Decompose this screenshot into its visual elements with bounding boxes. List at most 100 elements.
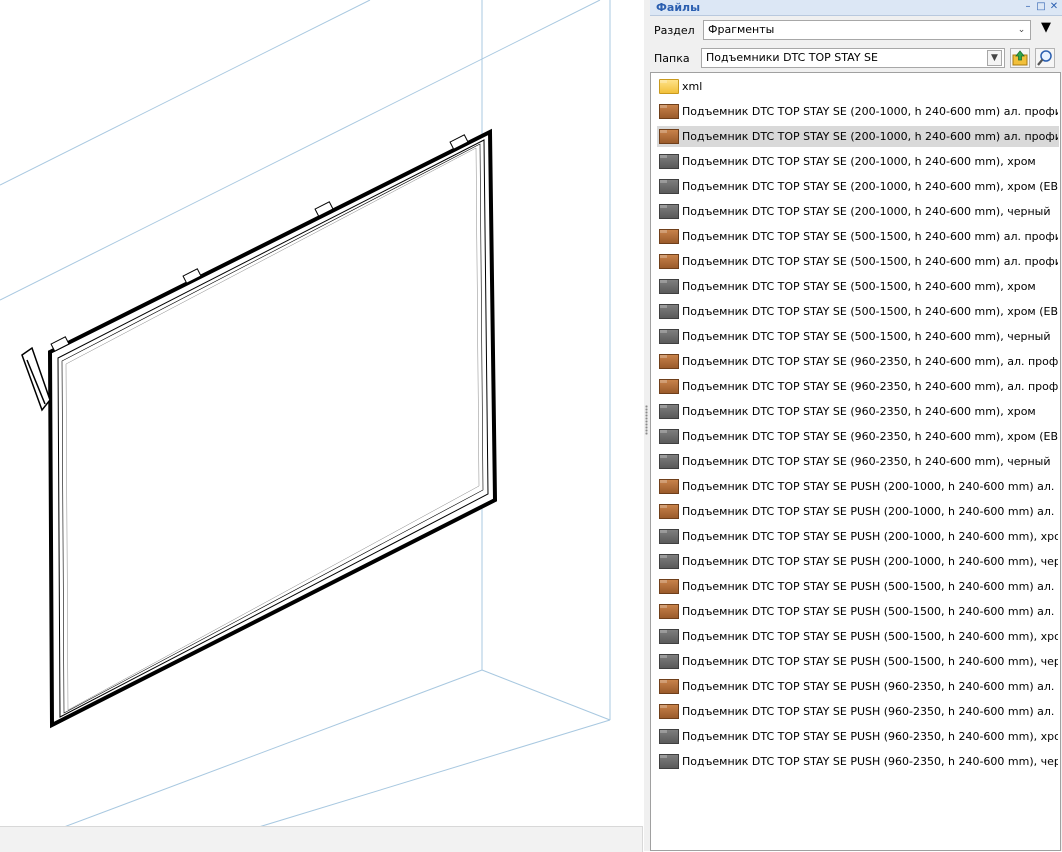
file-list-item-label: Подъемник DTC TOP STAY SE PUSH (200-1000…: [682, 480, 1058, 493]
file-list-item[interactable]: Подъемник DTC TOP STAY SE PUSH (500-1500…: [657, 651, 1059, 672]
chevron-down-icon[interactable]: ⌄: [1014, 22, 1029, 38]
file-list-item-label: Подъемник DTC TOP STAY SE (960-2350, h 2…: [682, 355, 1058, 368]
file-list-item-label: Подъемник DTC TOP STAY SE (200-1000, h 2…: [682, 205, 1051, 218]
file-list-item-label: Подъемник DTC TOP STAY SE (960-2350, h 2…: [682, 380, 1058, 393]
file-list-item-label: Подъемник DTC TOP STAY SE PUSH (960-2350…: [682, 680, 1058, 693]
file-list-item[interactable]: Подъемник DTC TOP STAY SE (500-1500, h 2…: [657, 226, 1059, 247]
model-drawing: [0, 0, 611, 851]
file-list-item[interactable]: Подъемник DTC TOP STAY SE (960-2350, h 2…: [657, 451, 1059, 472]
file-list-item[interactable]: Подъемник DTC TOP STAY SE PUSH (200-1000…: [657, 526, 1059, 547]
dropdown-arrow-icon[interactable]: ▼: [987, 50, 1002, 66]
file-list-item-label: xml: [682, 80, 703, 93]
fragment-gray-icon: [659, 629, 679, 644]
file-list-item[interactable]: Подъемник DTC TOP STAY SE PUSH (960-2350…: [657, 751, 1059, 772]
close-icon[interactable]: ✕: [1048, 1, 1060, 13]
fragment-gray-icon: [659, 454, 679, 469]
file-list-item[interactable]: Подъемник DTC TOP STAY SE PUSH (200-1000…: [657, 501, 1059, 522]
folder-select[interactable]: Подъемники DTC TOP STAY SE ▼: [701, 48, 1005, 68]
file-list-item[interactable]: Подъемник DTC TOP STAY SE (200-1000, h 2…: [657, 201, 1059, 222]
file-list-item[interactable]: Подъемник DTC TOP STAY SE PUSH (500-1500…: [657, 626, 1059, 647]
file-list-item-label: Подъемник DTC TOP STAY SE PUSH (500-1500…: [682, 580, 1058, 593]
file-list-item[interactable]: Подъемник DTC TOP STAY SE PUSH (960-2350…: [657, 726, 1059, 747]
file-list-item-label: Подъемник DTC TOP STAY SE (960-2350, h 2…: [682, 430, 1058, 443]
fragment-gray-icon: [659, 404, 679, 419]
file-list-item[interactable]: Подъемник DTC TOP STAY SE PUSH (200-1000…: [657, 476, 1059, 497]
fragment-gray-icon: [659, 179, 679, 194]
fragment-gray-icon: [659, 154, 679, 169]
search-button[interactable]: [1035, 48, 1055, 68]
fragment-brown-icon: [659, 479, 679, 494]
folder-up-icon: [1012, 50, 1028, 66]
file-list-item-label: Подъемник DTC TOP STAY SE PUSH (500-1500…: [682, 655, 1058, 668]
fragment-gray-icon: [659, 304, 679, 319]
folder-value: Подъемники DTC TOP STAY SE: [706, 51, 878, 64]
file-list-item[interactable]: Подъемник DTC TOP STAY SE (500-1500, h 2…: [657, 251, 1059, 272]
file-list-item-label: Подъемник DTC TOP STAY SE (500-1500, h 2…: [682, 280, 1036, 293]
file-list-item-label: Подъемник DTC TOP STAY SE PUSH (500-1500…: [682, 605, 1058, 618]
splitter-grip-icon: [645, 405, 648, 435]
file-list-item[interactable]: xml: [657, 76, 1059, 97]
maximize-icon[interactable]: □: [1035, 1, 1047, 13]
file-list-item-label: Подъемник DTC TOP STAY SE (200-1000, h 2…: [682, 180, 1058, 193]
file-list-item[interactable]: Подъемник DTC TOP STAY SE (200-1000, h 2…: [657, 126, 1059, 147]
file-list-item[interactable]: Подъемник DTC TOP STAY SE PUSH (200-1000…: [657, 551, 1059, 572]
panel-header: Файлы – □ ✕: [650, 0, 1062, 16]
status-bar: [0, 826, 643, 852]
file-list-item-label: Подъемник DTC TOP STAY SE PUSH (500-1500…: [682, 630, 1058, 643]
file-list-item[interactable]: Подъемник DTC TOP STAY SE (960-2350, h 2…: [657, 426, 1059, 447]
cabinet-door-panel: [47, 128, 498, 729]
fragment-gray-icon: [659, 554, 679, 569]
fragment-brown-icon: [659, 379, 679, 394]
fragment-gray-icon: [659, 754, 679, 769]
fragment-gray-icon: [659, 729, 679, 744]
folder-label: Папка: [654, 52, 690, 65]
pin-icon[interactable]: –: [1022, 1, 1034, 13]
file-list-item-label: Подъемник DTC TOP STAY SE (200-1000, h 2…: [682, 130, 1058, 143]
fragment-gray-icon: [659, 529, 679, 544]
fragment-gray-icon: [659, 279, 679, 294]
fragment-brown-icon: [659, 129, 679, 144]
file-list-item-label: Подъемник DTC TOP STAY SE (960-2350, h 2…: [682, 455, 1051, 468]
file-list-item[interactable]: Подъемник DTC TOP STAY SE PUSH (960-2350…: [657, 701, 1059, 722]
3d-viewport[interactable]: [0, 0, 644, 851]
section-select[interactable]: Фрагменты ⌄: [703, 20, 1031, 40]
file-list-item-label: Подъемник DTC TOP STAY SE PUSH (200-1000…: [682, 555, 1058, 568]
folder-icon: [659, 79, 679, 94]
panel-title: Файлы: [656, 1, 701, 14]
file-list-item-label: Подъемник DTC TOP STAY SE (500-1500, h 2…: [682, 230, 1058, 243]
file-list-item[interactable]: Подъемник DTC TOP STAY SE (960-2350, h 2…: [657, 401, 1059, 422]
file-list-item-label: Подъемник DTC TOP STAY SE PUSH (960-2350…: [682, 730, 1058, 743]
fragment-brown-icon: [659, 104, 679, 119]
file-list-item[interactable]: Подъемник DTC TOP STAY SE (500-1500, h 2…: [657, 276, 1059, 297]
file-list-item-label: Подъемник DTC TOP STAY SE (200-1000, h 2…: [682, 105, 1058, 118]
folder-up-button[interactable]: [1010, 48, 1030, 68]
fragment-brown-icon: [659, 504, 679, 519]
file-list-item-label: Подъемник DTC TOP STAY SE PUSH (200-1000…: [682, 530, 1058, 543]
lift-mechanism-icon: [21, 346, 51, 412]
file-list-item[interactable]: Подъемник DTC TOP STAY SE (500-1500, h 2…: [657, 326, 1059, 347]
fragment-brown-icon: [659, 704, 679, 719]
fragment-gray-icon: [659, 204, 679, 219]
file-list-item-label: Подъемник DTC TOP STAY SE (500-1500, h 2…: [682, 255, 1058, 268]
fragment-brown-icon: [659, 579, 679, 594]
file-list-item-label: Подъемник DTC TOP STAY SE PUSH (960-2350…: [682, 705, 1058, 718]
file-list-item[interactable]: Подъемник DTC TOP STAY SE (200-1000, h 2…: [657, 176, 1059, 197]
file-list-item[interactable]: Подъемник DTC TOP STAY SE PUSH (500-1500…: [657, 576, 1059, 597]
file-list-item[interactable]: Подъемник DTC TOP STAY SE PUSH (500-1500…: [657, 601, 1059, 622]
dropdown-triangle-icon[interactable]: ▼: [1040, 21, 1052, 34]
files-panel: Файлы – □ ✕ Раздел Фрагменты ⌄ ▼ Папка П…: [650, 0, 1062, 851]
file-list[interactable]: xml Подъемник DTC TOP STAY SE (200-1000, …: [650, 72, 1061, 851]
file-list-item-label: Подъемник DTC TOP STAY SE PUSH (960-2350…: [682, 755, 1058, 768]
file-list-item-label: Подъемник DTC TOP STAY SE (960-2350, h 2…: [682, 405, 1036, 418]
fragment-brown-icon: [659, 254, 679, 269]
file-list-item[interactable]: Подъемник DTC TOP STAY SE (500-1500, h 2…: [657, 301, 1059, 322]
section-value: Фрагменты: [708, 23, 775, 36]
file-list-item[interactable]: Подъемник DTC TOP STAY SE (960-2350, h 2…: [657, 376, 1059, 397]
fragment-brown-icon: [659, 679, 679, 694]
fragment-gray-icon: [659, 654, 679, 669]
file-list-item[interactable]: Подъемник DTC TOP STAY SE PUSH (960-2350…: [657, 676, 1059, 697]
file-list-item[interactable]: Подъемник DTC TOP STAY SE (200-1000, h 2…: [657, 101, 1059, 122]
fragment-brown-icon: [659, 229, 679, 244]
file-list-item[interactable]: Подъемник DTC TOP STAY SE (200-1000, h 2…: [657, 151, 1059, 172]
file-list-item[interactable]: Подъемник DTC TOP STAY SE (960-2350, h 2…: [657, 351, 1059, 372]
